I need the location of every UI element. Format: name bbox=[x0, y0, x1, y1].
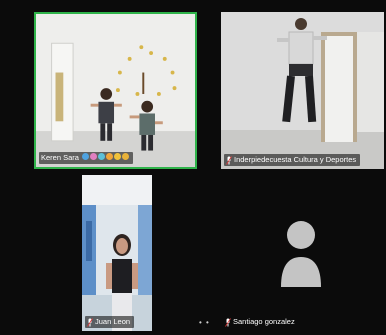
participant-name: Keren Sara bbox=[41, 153, 79, 162]
participant-name: Inderpiedecuesta Cultura y Deportes bbox=[234, 155, 357, 164]
reaction-emoji-icon bbox=[105, 153, 113, 160]
participant-name-tag: Keren Sara bbox=[39, 152, 133, 164]
reaction-emoji-icon bbox=[89, 153, 97, 160]
mic-muted-icon bbox=[226, 155, 232, 165]
reaction-emoji-icon bbox=[113, 153, 121, 160]
video-tile-juan-leon[interactable]: Juan Leon bbox=[82, 175, 152, 331]
video-tile-inderpiedecuesta[interactable]: Inderpiedecuesta Cultura y Deportes bbox=[221, 12, 384, 169]
video-feed bbox=[82, 175, 152, 331]
avatar bbox=[281, 221, 321, 287]
participant-name: Juan Leon bbox=[95, 317, 131, 326]
participant-name-tag: Juan Leon bbox=[85, 316, 135, 328]
more-indicator: • • bbox=[199, 318, 210, 327]
participant-name: Santiago gonzalez bbox=[233, 317, 295, 326]
participant-name-tag: Santiago gonzalez bbox=[223, 316, 299, 328]
mic-muted-icon bbox=[87, 317, 93, 327]
mic-muted-icon bbox=[225, 317, 231, 327]
video-tile-keren-sara[interactable]: Keren Sara bbox=[34, 12, 197, 169]
participant-name-tag: Inderpiedecuesta Cultura y Deportes bbox=[224, 154, 361, 166]
reaction-emoji-icon bbox=[121, 153, 129, 160]
reaction-emojis bbox=[81, 153, 129, 163]
reaction-emoji-icon bbox=[97, 153, 105, 160]
reaction-emoji-icon bbox=[81, 153, 89, 160]
video-feed bbox=[36, 14, 195, 167]
video-feed bbox=[221, 12, 384, 169]
video-tile-santiago-gonzalez[interactable]: Santiago gonzalez bbox=[221, 175, 384, 331]
